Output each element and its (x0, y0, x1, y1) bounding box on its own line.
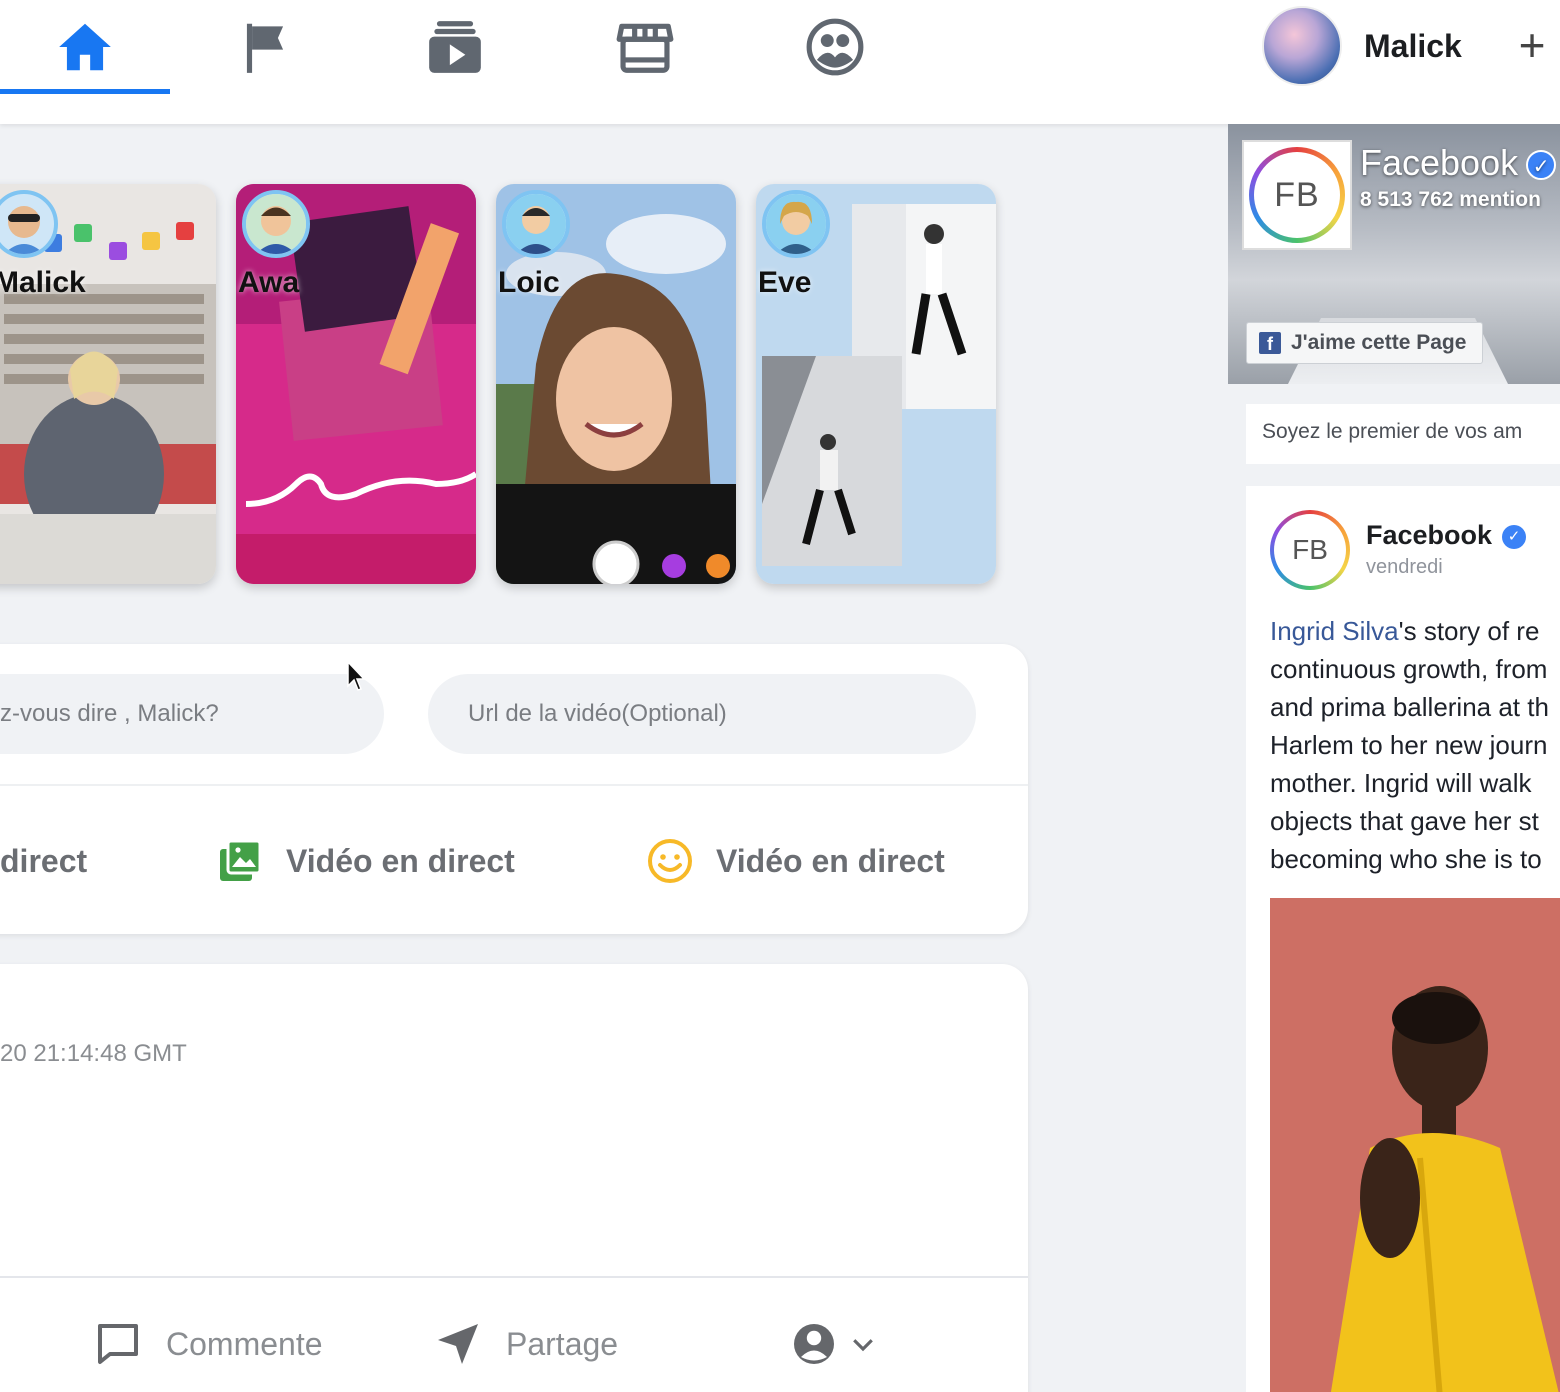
story-card[interactable]: Loic (496, 184, 736, 584)
page-name[interactable]: Facebook ✓ (1360, 142, 1557, 184)
story-card[interactable]: Eve (756, 184, 996, 584)
verified-badge-icon: ✓ (1526, 150, 1557, 181)
status-text-input[interactable] (0, 674, 384, 754)
post-date: vendredi (1366, 556, 1443, 578)
story-name: Loic (498, 266, 560, 299)
post-timestamp: 20 21:14:48 GMT (0, 1040, 187, 1067)
live-video-button[interactable]: direct (0, 830, 87, 892)
share-button[interactable]: Partage (434, 1316, 618, 1372)
mouse-cursor-icon (347, 660, 366, 691)
chevron-down-icon (853, 1339, 873, 1352)
profile-chip[interactable]: Malick (1262, 6, 1462, 86)
comment-button[interactable]: Commente (94, 1316, 323, 1372)
feeling-label: Vidéo en direct (716, 842, 945, 879)
post-author[interactable]: Facebook ✓ (1366, 520, 1527, 551)
send-icon (438, 1324, 478, 1364)
video-url-input[interactable] (428, 674, 976, 754)
create-button[interactable]: + (1508, 20, 1556, 72)
photo-video-label: Vidéo en direct (286, 842, 515, 879)
store-icon (616, 23, 674, 73)
like-page-button[interactable]: f J'aime cette Page (1246, 322, 1484, 364)
tab-pages[interactable] (180, 0, 350, 94)
story-avatar (762, 190, 830, 258)
page-logo: FB (1242, 140, 1352, 250)
tab-groups[interactable] (750, 0, 920, 94)
photo-video-button[interactable]: Vidéo en direct (216, 830, 515, 892)
story-avatar (502, 190, 570, 258)
home-icon (59, 23, 111, 71)
post-divider (0, 1276, 1028, 1278)
tab-home[interactable] (0, 0, 170, 94)
facebook-f-icon: f (1259, 332, 1281, 354)
tab-watch[interactable] (370, 0, 540, 94)
story-name: Malick (0, 266, 86, 299)
feeling-button[interactable]: Vidéo en direct (646, 830, 945, 892)
sidebar-post: FB Facebook ✓ vendredi Ingrid Silva's sto… (1246, 486, 1560, 1392)
facebook-page-widget[interactable]: FB Facebook ✓ 8 513 762 mention f J'aime … (1228, 124, 1560, 384)
post-body: Ingrid Silva's story of re continuous gr… (1270, 616, 1549, 874)
story-card[interactable]: Awa (236, 184, 476, 584)
page-likes-count: 8 513 762 mention (1360, 188, 1541, 211)
post-author-avatar[interactable]: FB (1270, 510, 1350, 590)
share-label: Partage (506, 1325, 619, 1362)
post-photo[interactable] (1270, 898, 1560, 1392)
verified-badge-icon: ✓ (1502, 524, 1527, 549)
user-circle-icon (794, 1324, 834, 1364)
friends-like-text: Soyez le premier de vos am (1246, 404, 1560, 464)
live-video-label: direct (0, 842, 88, 879)
story-name: Awa (238, 266, 300, 299)
mention-link[interactable]: Ingrid Silva (1270, 616, 1399, 646)
top-navigation-bar: Malick + (0, 0, 1560, 124)
comment-icon (98, 1324, 138, 1364)
user-name: Malick (1364, 27, 1462, 64)
story-name: Eve (758, 266, 812, 299)
audience-selector[interactable] (790, 1316, 902, 1372)
avatar (1262, 6, 1342, 86)
composer-divider (0, 784, 1028, 786)
comment-label: Commente (166, 1325, 323, 1362)
photo-icon (220, 839, 262, 881)
tab-marketplace[interactable] (560, 0, 730, 94)
groups-icon (806, 18, 864, 76)
smiley-icon (648, 839, 692, 883)
story-avatar (242, 190, 310, 258)
video-play-icon (429, 21, 481, 73)
flag-icon (246, 23, 284, 73)
story-card[interactable]: Malick (0, 184, 216, 584)
